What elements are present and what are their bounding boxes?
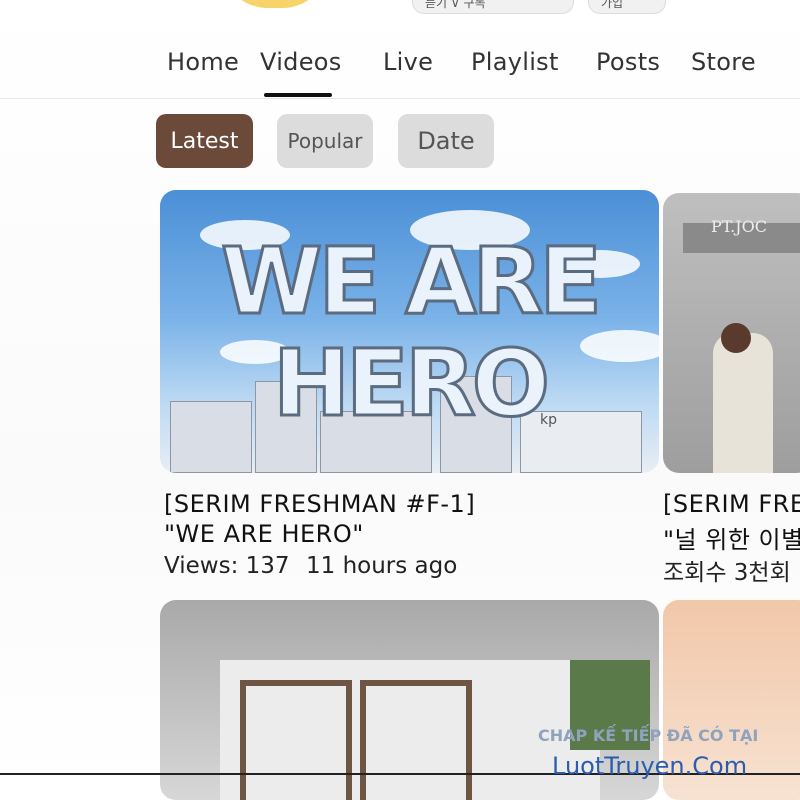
join-pill-label: 가입 [601, 0, 624, 10]
video-age: 11 hours ago [306, 553, 458, 579]
tab-playlist[interactable]: Playlist [471, 48, 559, 76]
character-head [721, 323, 751, 353]
active-tab-indicator [264, 93, 332, 97]
video-title-line-2[interactable]: "WE ARE HERO" [164, 520, 364, 548]
classroom-window [360, 680, 472, 800]
join-pill[interactable]: 가입 [588, 0, 666, 14]
channel-tabs: Home Videos Live Playlist Posts Store [0, 40, 800, 99]
subscribe-pill-label: 듣기 ∨ 구독 [425, 0, 486, 10]
video-title-line-1[interactable]: [SERIM FRESHMAN #F-1] [164, 490, 475, 518]
channel-avatar[interactable] [220, 0, 330, 8]
sign-text: PT.JOC [711, 217, 767, 236]
watermark-line-2: LuotTruyen.Com [552, 752, 748, 780]
video-title-line-2[interactable]: "널 위한 이별" [663, 520, 800, 555]
classroom-window [240, 680, 352, 800]
video-thumbnail[interactable]: kp WE ARE HERO [160, 190, 659, 473]
video-thumbnail[interactable]: PT.JOC [663, 193, 800, 473]
filter-latest-chip[interactable]: Latest [156, 114, 253, 168]
tab-posts[interactable]: Posts [596, 48, 660, 76]
character-figure [713, 333, 773, 473]
video-title-line-1[interactable]: [SERIM FRES [663, 490, 800, 518]
tab-live[interactable]: Live [383, 48, 433, 76]
video-views: 조회수 3천회 [663, 560, 791, 586]
thumbnail-title-line-2: HERO [272, 329, 552, 439]
watermark-line-1: CHAP KẾ TIẾP ĐÃ CÓ TẠI [538, 726, 759, 745]
tab-videos[interactable]: Videos [260, 48, 342, 76]
thumbnail-title-line-1: WE ARE [219, 227, 603, 337]
filter-popular-chip[interactable]: Popular [277, 114, 373, 168]
video-views: Views: 137 [164, 553, 290, 579]
tab-home[interactable]: Home [167, 48, 239, 76]
subscribe-pill[interactable]: 듣기 ∨ 구독 [412, 0, 574, 14]
filter-date-chip[interactable]: Date [398, 114, 494, 168]
tab-store[interactable]: Store [691, 48, 756, 76]
